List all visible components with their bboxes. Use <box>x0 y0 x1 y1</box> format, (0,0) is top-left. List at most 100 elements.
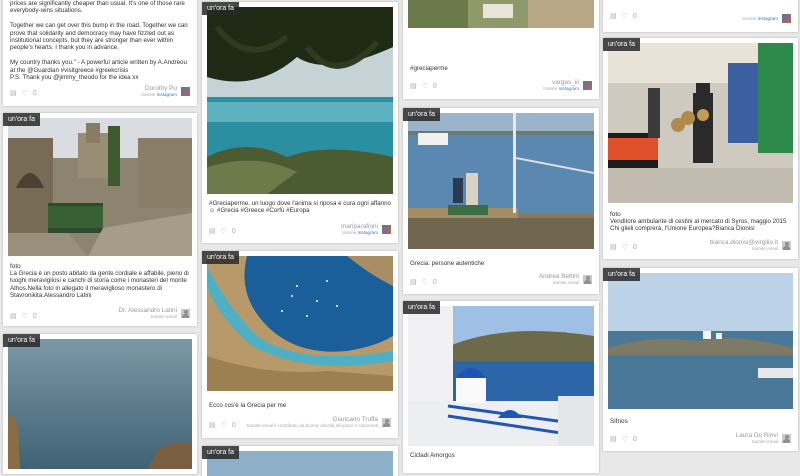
post-card-amorgos[interactable]: un'ora fa Cicladi Amorgos <box>403 301 599 473</box>
time-badge: un'ora fa <box>3 334 41 347</box>
post-photo[interactable] <box>408 0 594 28</box>
time-badge: un'ora fa <box>3 113 41 126</box>
post-photo[interactable] <box>8 118 192 256</box>
post-meta: bianca.dionisi@virgilio.it tramite email <box>710 239 791 251</box>
post-photo[interactable] <box>408 306 594 446</box>
time-badge: un'ora fa <box>603 38 641 51</box>
post-card-rocky-sea[interactable]: un'ora fa <box>3 334 197 474</box>
post-text: #greciaperme <box>410 65 448 72</box>
time-badge: un'ora fa <box>403 301 441 314</box>
time-badge: un'ora fa <box>403 108 441 121</box>
like-count: 0 <box>231 421 236 429</box>
share-icon[interactable]: ▤ <box>410 278 417 286</box>
post-actions: ▤ ♡ 0 <box>10 312 37 321</box>
post-actions: ▤ ♡ 0 <box>410 278 437 287</box>
post-photo[interactable] <box>207 256 393 391</box>
avatar[interactable] <box>382 224 391 234</box>
post-actions: ▤ ♡ 0 <box>209 227 236 236</box>
person-avatar-icon[interactable] <box>782 240 791 250</box>
post-actions: ▤ ♡ 0 <box>610 435 637 444</box>
time-badge: un'ora fa <box>603 268 641 281</box>
post-photo[interactable] <box>608 43 793 203</box>
post-card-monastery[interactable]: un'ora fa foto La Grecia è un posto abit… <box>3 113 197 326</box>
post-meta: Andrea Bettini tramite email <box>539 273 592 285</box>
post-actions: ▤ ♡ 0 <box>410 82 437 91</box>
post-title: Sifnos <box>610 418 628 425</box>
post-photo[interactable] <box>207 7 393 194</box>
share-icon[interactable]: ▤ <box>610 12 617 20</box>
author-name[interactable]: vargas_iii <box>552 79 579 86</box>
post-actions: ▤ ♡ 0 <box>610 12 637 21</box>
post-text: Grecia: persone autentiche <box>410 260 485 267</box>
post-type-label: foto <box>10 263 21 270</box>
like-count: 0 <box>32 89 37 97</box>
post-card-aerial-bay[interactable]: un'ora fa Ecco cos'è la Grecia per me ▤ … <box>202 251 398 438</box>
author-name[interactable]: Dr. Alessandro Latini <box>118 307 177 314</box>
person-avatar-icon[interactable] <box>583 274 592 284</box>
source-link[interactable]: Instagram <box>358 230 378 235</box>
post-card-partial[interactable]: un'ora fa <box>202 446 398 476</box>
heart-icon[interactable]: ♡ <box>422 82 428 90</box>
author-name[interactable]: Dorothy Pu <box>145 85 177 92</box>
post-card-corfu[interactable]: un'ora fa #Greciaperme, un luogo dove l'… <box>202 2 398 243</box>
person-avatar-icon[interactable] <box>382 417 391 427</box>
time-badge: un'ora fa <box>202 446 240 459</box>
heart-icon[interactable]: ♡ <box>22 89 28 97</box>
heart-icon[interactable]: ♡ <box>422 278 428 286</box>
avatar[interactable] <box>583 80 592 90</box>
share-icon[interactable]: ▤ <box>610 435 617 443</box>
post-actions: ▤ ♡ 0 <box>610 243 637 252</box>
post-card-top-right[interactable]: ▤ ♡ 0 tramite Instagram <box>603 0 798 32</box>
post-photo[interactable] <box>408 113 594 249</box>
person-avatar-icon[interactable] <box>782 433 791 443</box>
post-text: La Grecia è un posto abitato da gente co… <box>10 270 189 300</box>
author-name[interactable]: mariparafioni <box>341 223 378 230</box>
post-meta: Dr. Alessandro Latini tramite email <box>118 307 190 319</box>
share-icon[interactable]: ▤ <box>209 421 216 429</box>
heart-icon[interactable]: ♡ <box>221 421 227 429</box>
person-avatar-icon[interactable] <box>181 308 190 318</box>
post-type-label: foto <box>610 211 621 218</box>
avatar[interactable] <box>782 14 791 23</box>
source-link[interactable]: Instagram <box>157 92 177 97</box>
heart-icon[interactable]: ♡ <box>221 227 227 235</box>
post-meta: Laura De Rinvi tramite email <box>736 432 791 444</box>
heart-icon[interactable]: ♡ <box>622 12 628 20</box>
avatar[interactable] <box>181 86 190 96</box>
post-text: #Greciaperme, un luogo dove l'anima si r… <box>209 200 391 215</box>
time-badge: un'ora fa <box>202 2 240 15</box>
like-count: 0 <box>632 435 637 443</box>
post-meta: Dorothy Pu tramite Instagram <box>141 85 190 97</box>
source-link[interactable]: Instagram <box>559 86 579 91</box>
post-text: Cicladi Amorgos <box>410 452 455 459</box>
author-name[interactable]: Andrea Bettini <box>539 273 579 280</box>
post-meta: mariparafioni tramite Instagram <box>341 223 391 235</box>
share-icon[interactable]: ▤ <box>10 89 17 97</box>
post-card-syros-market[interactable]: un'ora fa foto Venditore ambulante di ce… <box>603 38 798 259</box>
time-badge: un'ora fa <box>202 251 240 264</box>
share-icon[interactable]: ▤ <box>10 312 17 320</box>
post-card-beach[interactable]: #greciaperme ▤ ♡ 0 vargas_iii tramite In… <box>403 0 599 99</box>
like-count: 0 <box>632 12 637 20</box>
author-name[interactable]: Laura De Rinvi <box>736 432 778 439</box>
like-count: 0 <box>632 243 637 251</box>
post-photo[interactable] <box>8 339 192 469</box>
share-icon[interactable]: ▤ <box>610 243 617 251</box>
author-name[interactable]: Giancarlo Truffa <box>333 416 378 423</box>
post-card-sifnos[interactable]: un'ora fa Sifnos ▤ ♡ 0 Laura De Rinvi tr… <box>603 268 798 451</box>
like-count: 0 <box>231 227 236 235</box>
share-icon[interactable]: ▤ <box>209 227 216 235</box>
post-actions: ▤ ♡ 0 <box>10 89 37 98</box>
heart-icon[interactable]: ♡ <box>622 243 628 251</box>
share-icon[interactable]: ▤ <box>410 82 417 90</box>
heart-icon[interactable]: ♡ <box>22 312 28 320</box>
post-text: Venditore ambulante di cestini al mercat… <box>610 218 787 233</box>
heart-icon[interactable]: ♡ <box>622 435 628 443</box>
post-photo[interactable] <box>608 273 793 409</box>
source-link[interactable]: Instagram <box>758 16 778 21</box>
post-meta: vargas_iii tramite Instagram <box>543 79 592 91</box>
post-card-guardian-article[interactable]: prices are significantly cheaper than us… <box>3 0 197 106</box>
post-meta: tramite Instagram <box>742 14 791 23</box>
author-name[interactable]: bianca.dionisi@virgilio.it <box>710 239 778 246</box>
post-card-fishermen[interactable]: un'ora fa Grecia: persone autentiche ▤ ♡… <box>403 108 599 294</box>
